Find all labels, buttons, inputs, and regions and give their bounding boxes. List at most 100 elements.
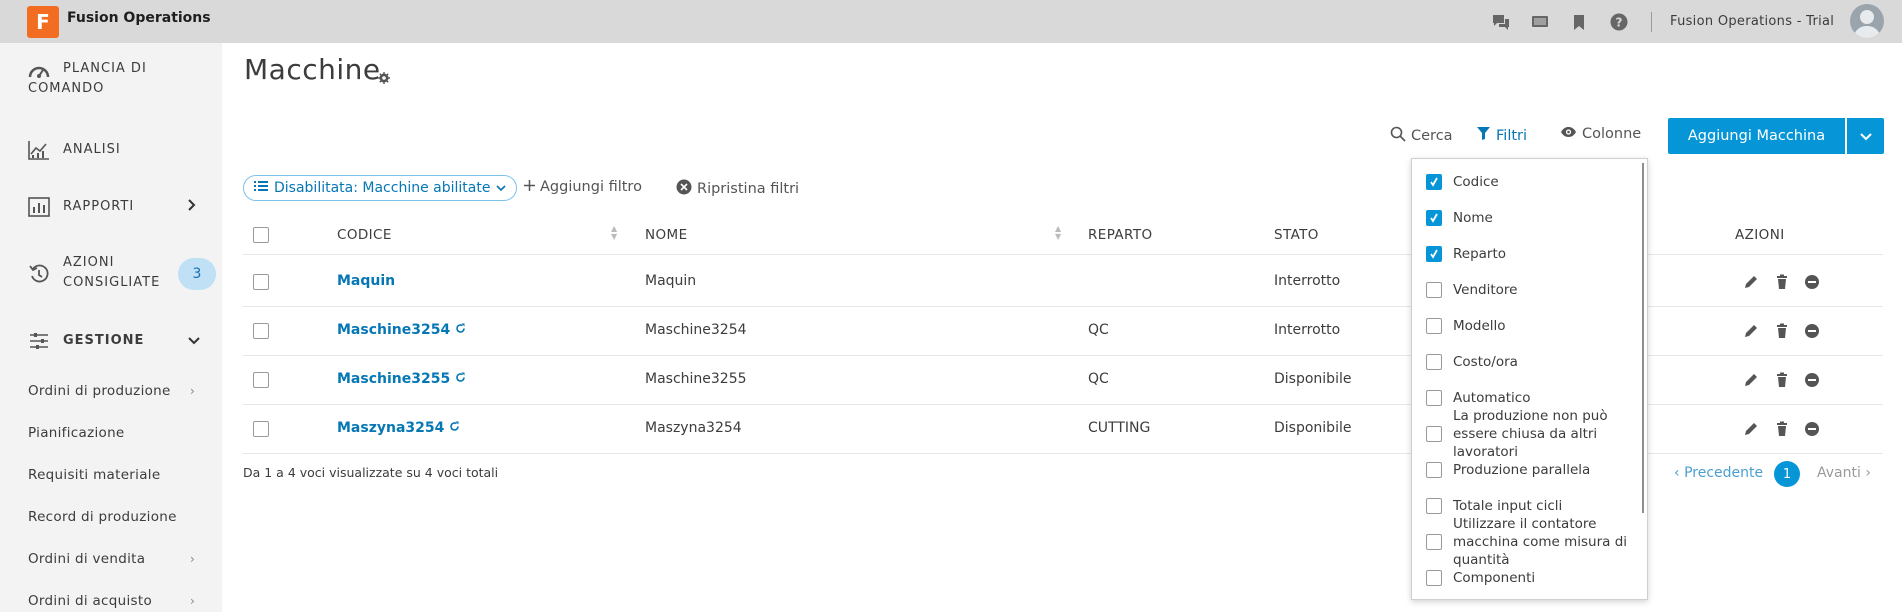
trash-icon[interactable] [1774,274,1790,290]
nav-planning[interactable]: Pianificazione [28,425,125,441]
machine-name: Maszyna3254 [645,420,742,436]
avatar[interactable] [1850,4,1884,38]
edit-icon[interactable] [1743,421,1759,437]
monitor-icon[interactable] [1531,13,1549,31]
machine-code-link[interactable]: Maquin [337,273,395,289]
column-header-status[interactable]: STATO [1274,227,1319,243]
column-option-checkbox[interactable] [1426,426,1442,442]
column-option-label: Utilizzare il contatore macchina come mi… [1453,516,1628,568]
row-checkbox[interactable] [253,323,269,339]
column-option-checkbox[interactable] [1426,210,1442,226]
row-checkbox[interactable] [253,421,269,437]
machine-code-text[interactable]: Maschine3255 [337,371,450,387]
eye-icon [1560,126,1577,142]
machine-department: QC [1088,322,1109,338]
row-checkbox[interactable] [253,274,269,290]
nav-material-requirements[interactable]: Requisiti materiale [28,467,160,483]
plus-icon [524,179,535,195]
column-option-label: Totale input cicli [1453,498,1563,514]
column-option-checkbox[interactable] [1426,246,1442,262]
filters-button[interactable]: Filtri [1476,126,1527,145]
column-option-checkbox[interactable] [1426,498,1442,514]
column-option-checkbox[interactable] [1426,570,1442,586]
machine-code-link[interactable]: Maschine3255 [337,371,466,387]
nav-sales-orders[interactable]: Ordini di vendita [28,551,145,567]
sidebar-item-analytics[interactable]: ANALISI [0,139,222,161]
sort-icon[interactable]: ▲ ▼ [611,225,617,241]
column-header-department[interactable]: REPARTO [1088,227,1153,243]
trash-icon[interactable] [1774,323,1790,339]
edit-icon[interactable] [1743,372,1759,388]
pagination-next[interactable]: Avanti › [1817,465,1871,481]
disable-icon[interactable] [1804,372,1820,388]
edit-icon[interactable] [1743,274,1759,290]
column-option-checkbox[interactable] [1426,318,1442,334]
app-logo[interactable]: F [27,6,59,38]
machine-department: CUTTING [1088,420,1151,436]
column-option-checkbox[interactable] [1426,174,1442,190]
column-option-label: Reparto [1453,246,1507,262]
column-header-name[interactable]: NOME [645,227,688,243]
sync-icon [455,371,466,387]
account-label[interactable]: Fusion Operations - Trial [1670,14,1834,29]
pagination-previous[interactable]: ‹ Precedente [1674,465,1763,481]
sidebar-item-reports[interactable]: RAPPORTI [0,196,222,218]
sidebar-item-label: AZIONI [63,255,115,270]
machine-name: Maschine3255 [645,371,747,387]
add-machine-button[interactable]: Aggiungi Macchina [1668,118,1845,154]
trash-icon[interactable] [1774,421,1790,437]
trash-icon[interactable] [1774,372,1790,388]
chevron-down-icon [1859,127,1873,146]
column-option-checkbox[interactable] [1426,282,1442,298]
list-icon [254,180,268,196]
sort-icon[interactable]: ▲ ▼ [1055,225,1061,241]
column-option-checkbox[interactable] [1426,354,1442,370]
columns-button[interactable]: Colonne [1560,126,1641,142]
disable-icon[interactable] [1804,274,1820,290]
gear-icon[interactable] [378,69,390,84]
search-button[interactable]: Cerca [1390,126,1453,146]
search-icon [1390,126,1406,146]
column-option-label: Venditore [1453,282,1518,298]
reset-filters-button[interactable]: Ripristina filtri [676,179,799,199]
column-option-checkbox[interactable] [1426,534,1442,550]
nav-production-records[interactable]: Record di produzione [28,509,177,525]
chat-icon[interactable] [1492,13,1510,31]
chevron-down-icon [187,334,201,350]
sidebar-item-recommended-actions[interactable]: AZIONI CONSIGLIATE 3 [0,253,222,295]
sidebar-item-dashboard[interactable]: PLANCIA DI COMANDO [0,59,222,101]
column-option-label: Componenti [1453,570,1536,586]
machine-code-link[interactable]: Maschine3254 [337,322,466,338]
add-machine-dropdown[interactable] [1847,118,1884,154]
recommended-actions-badge: 3 [178,258,216,290]
machine-code-text[interactable]: Maschine3254 [337,322,450,338]
machine-code-link[interactable]: Maszyna3254 [337,420,460,436]
active-filter-chip[interactable]: Disabilitata: Macchine abilitate [243,175,518,201]
sidebar-item-management[interactable]: GESTIONE [0,330,222,352]
row-checkbox[interactable] [253,372,269,388]
sync-icon [449,420,460,436]
popup-scrollbar[interactable] [1642,163,1644,513]
bookmark-icon[interactable] [1570,13,1588,31]
add-filter-button[interactable]: Aggiungi filtro [524,179,642,195]
pagination-page[interactable]: 1 [1774,461,1800,487]
select-all-checkbox[interactable] [253,227,269,243]
help-icon[interactable]: ? [1610,13,1628,31]
column-option-checkbox[interactable] [1426,390,1442,406]
column-option-checkbox[interactable] [1426,462,1442,478]
machine-status: Disponibile [1274,371,1352,387]
pagination-info: Da 1 a 4 voci visualizzate su 4 voci tot… [243,465,499,480]
machine-code-text[interactable]: Maszyna3254 [337,420,444,436]
column-header-code[interactable]: CODICE [337,227,392,243]
disable-icon[interactable] [1804,421,1820,437]
nav-purchase-orders[interactable]: Ordini di acquisto [28,593,152,609]
sidebar-item-label: COMANDO [28,81,105,96]
add-filter-label: Aggiungi filtro [540,179,642,195]
sidebar-item-label: ANALISI [63,142,121,157]
edit-icon[interactable] [1743,323,1759,339]
chevron-right-icon [187,198,197,216]
nav-production-orders[interactable]: Ordini di produzione [28,383,171,399]
svg-text:?: ? [1616,16,1623,30]
chevron-right-icon: › [190,552,195,566]
disable-icon[interactable] [1804,323,1820,339]
